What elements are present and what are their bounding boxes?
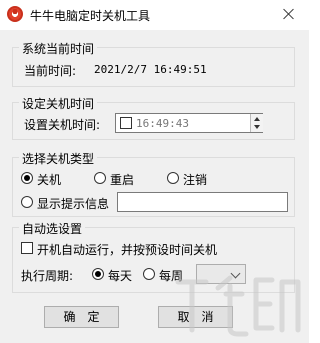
current-time-value: 2021/2/7 16:49:51 xyxy=(94,63,207,76)
radio-weekly[interactable] xyxy=(143,268,155,280)
ok-button[interactable]: 确 定 xyxy=(44,306,119,328)
time-spinner[interactable] xyxy=(250,114,263,132)
spin-up-icon[interactable] xyxy=(254,117,260,121)
radio-shutdown-label[interactable]: 关机 xyxy=(37,171,61,188)
radio-shutdown[interactable] xyxy=(21,172,33,184)
window-title: 牛牛电脑定时关机工具 xyxy=(30,9,151,23)
radio-logoff[interactable] xyxy=(167,172,179,184)
app-window: 牛牛电脑定时关机工具 系统当前时间 当前时间: 2021/2/7 16:49:5… xyxy=(0,0,309,343)
message-input[interactable] xyxy=(117,192,288,212)
shutdown-time-picker[interactable]: 16:49:43 xyxy=(115,113,263,133)
radio-restart[interactable] xyxy=(94,172,106,184)
spin-down-icon[interactable] xyxy=(254,125,260,129)
radio-logoff-label[interactable]: 注销 xyxy=(183,171,207,188)
radio-restart-label[interactable]: 重启 xyxy=(110,171,134,188)
close-icon[interactable] xyxy=(276,3,302,25)
app-logo-icon xyxy=(7,6,23,22)
radio-daily-label[interactable]: 每天 xyxy=(108,267,132,284)
auto-settings-group-title: 自动选设置 xyxy=(19,220,86,237)
set-time-group-title: 设定关机时间 xyxy=(19,95,98,112)
set-time-label: 设置关机时间: xyxy=(24,118,101,132)
system-time-group-title: 系统当前时间 xyxy=(19,40,98,57)
watermark-logo xyxy=(175,275,301,337)
radio-daily[interactable] xyxy=(92,268,104,280)
autostart-checkbox[interactable] xyxy=(21,242,33,254)
radio-show-message[interactable] xyxy=(21,196,33,208)
title-bar: 牛牛电脑定时关机工具 xyxy=(0,0,309,30)
time-enable-checkbox[interactable] xyxy=(120,117,132,129)
shutdown-type-group-title: 选择关机类型 xyxy=(19,150,98,167)
shutdown-time-value: 16:49:43 xyxy=(136,117,189,130)
radio-show-message-label[interactable]: 显示提示信息 xyxy=(37,195,109,212)
current-time-label: 当前时间: xyxy=(24,64,77,78)
period-label: 执行周期: xyxy=(21,269,74,283)
autostart-label[interactable]: 开机自动运行，并按预设时间关机 xyxy=(37,241,217,258)
